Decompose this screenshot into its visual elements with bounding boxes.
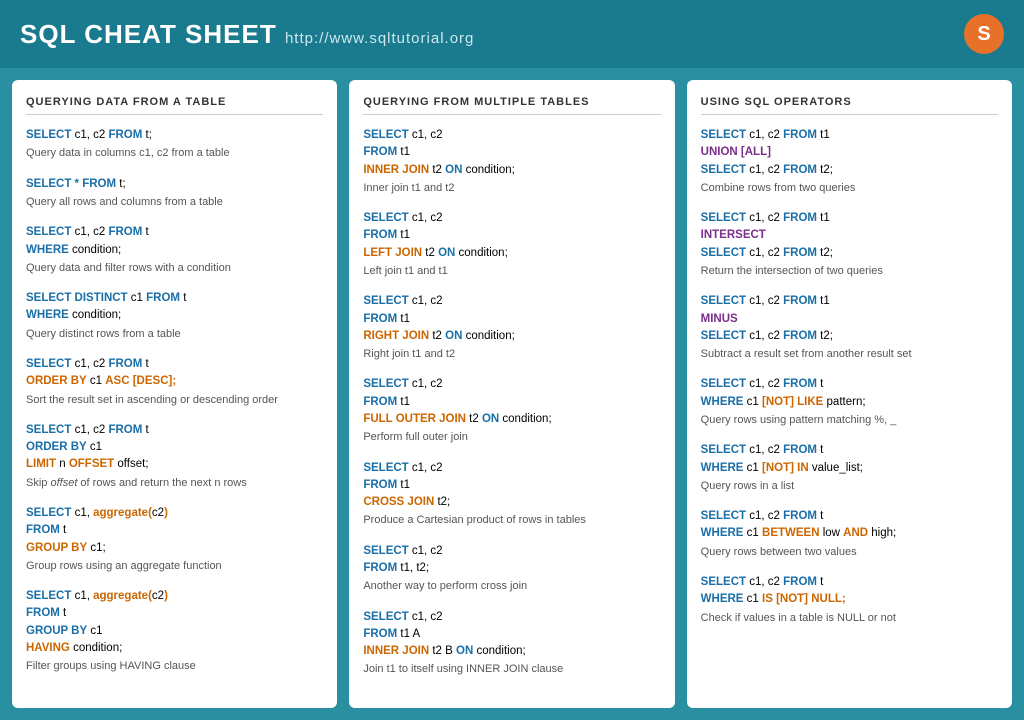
code-right-join: SELECT c1, c2 FROM t1 RIGHT JOIN t2 ON c… [363,293,660,345]
desc-right-join: Right join t1 and t2 [363,347,660,362]
header-left: SQL CHEAT SHEET http://www.sqltutorial.o… [20,19,474,50]
code-full-outer-join: SELECT c1, c2 FROM t1 FULL OUTER JOIN t2… [363,376,660,428]
desc-select-star: Query all rows and columns from a table [26,195,323,210]
desc-cross-join-alt: Another way to perform cross join [363,579,660,594]
desc-select-limit: Skip offset of rows and return the next … [26,476,323,491]
desc-select-where: Query data and filter rows with a condit… [26,261,323,276]
section-self-join: SELECT c1, c2 FROM t1 A INNER JOIN t2 B … [363,609,660,678]
panel-title-operators: USING SQL OPERATORS [701,96,998,115]
desc-select-groupby: Group rows using an aggregate function [26,559,323,574]
code-select-star: SELECT * FROM t; [26,176,323,193]
desc-full-outer-join: Perform full outer join [363,430,660,445]
desc-minus: Subtract a result set from another resul… [701,347,998,362]
desc-union: Combine rows from two queries [701,181,998,196]
desc-select-distinct: Query distinct rows from a table [26,327,323,342]
section-right-join: SELECT c1, c2 FROM t1 RIGHT JOIN t2 ON c… [363,293,660,362]
code-select-limit: SELECT c1, c2 FROM t ORDER BY c1 LIMIT n… [26,422,323,474]
desc-between: Query rows between two values [701,545,998,560]
section-select-c1c2: SELECT c1, c2 FROM t; Query data in colu… [26,127,323,162]
section-cross-join-alt: SELECT c1, c2 FROM t1, t2; Another way t… [363,543,660,595]
header: SQL CHEAT SHEET http://www.sqltutorial.o… [0,0,1024,68]
code-inner-join: SELECT c1, c2 FROM t1 INNER JOIN t2 ON c… [363,127,660,179]
header-url: http://www.sqltutorial.org [285,30,474,47]
code-left-join: SELECT c1, c2 FROM t1 LEFT JOIN t2 ON co… [363,210,660,262]
section-full-outer-join: SELECT c1, c2 FROM t1 FULL OUTER JOIN t2… [363,376,660,445]
section-between: SELECT c1, c2 FROM t WHERE c1 BETWEEN lo… [701,508,998,560]
desc-isnull: Check if values in a table is NULL or no… [701,611,998,626]
code-select-having: SELECT c1, aggregate(c2) FROM t GROUP BY… [26,588,323,657]
site-logo: S [964,14,1004,54]
code-isnull: SELECT c1, c2 FROM t WHERE c1 IS [NOT] N… [701,574,998,609]
section-select-where: SELECT c1, c2 FROM t WHERE condition; Qu… [26,224,323,276]
code-in: SELECT c1, c2 FROM t WHERE c1 [NOT] IN v… [701,442,998,477]
code-select-distinct: SELECT DISTINCT c1 FROM t WHERE conditio… [26,290,323,325]
panel-sql-operators: USING SQL OPERATORS SELECT c1, c2 FROM t… [687,80,1012,708]
title-text: SQL CHEAT SHEET [20,19,277,49]
section-select-groupby: SELECT c1, aggregate(c2) FROM t GROUP BY… [26,505,323,574]
section-select-having: SELECT c1, aggregate(c2) FROM t GROUP BY… [26,588,323,674]
desc-select-orderby: Sort the result set in ascending or desc… [26,393,323,408]
section-like: SELECT c1, c2 FROM t WHERE c1 [NOT] LIKE… [701,376,998,428]
desc-select-having: Filter groups using HAVING clause [26,659,323,674]
section-select-limit: SELECT c1, c2 FROM t ORDER BY c1 LIMIT n… [26,422,323,491]
section-in: SELECT c1, c2 FROM t WHERE c1 [NOT] IN v… [701,442,998,494]
main-content: QUERYING DATA FROM A TABLE SELECT c1, c2… [0,68,1024,720]
desc-self-join: Join t1 to itself using INNER JOIN claus… [363,662,660,677]
code-select-where: SELECT c1, c2 FROM t WHERE condition; [26,224,323,259]
section-select-star: SELECT * FROM t; Query all rows and colu… [26,176,323,211]
code-intersect: SELECT c1, c2 FROM t1 INTERSECT SELECT c… [701,210,998,262]
code-union: SELECT c1, c2 FROM t1 UNION [ALL] SELECT… [701,127,998,179]
code-self-join: SELECT c1, c2 FROM t1 A INNER JOIN t2 B … [363,609,660,661]
desc-cross-join: Produce a Cartesian product of rows in t… [363,513,660,528]
panel-querying-multiple: QUERYING FROM MULTIPLE TABLES SELECT c1,… [349,80,674,708]
section-select-orderby: SELECT c1, c2 FROM t ORDER BY c1 ASC [DE… [26,356,323,408]
desc-inner-join: Inner join t1 and t2 [363,181,660,196]
page-title: SQL CHEAT SHEET http://www.sqltutorial.o… [20,19,474,50]
section-union: SELECT c1, c2 FROM t1 UNION [ALL] SELECT… [701,127,998,196]
code-like: SELECT c1, c2 FROM t WHERE c1 [NOT] LIKE… [701,376,998,411]
code-minus: SELECT c1, c2 FROM t1 MINUS SELECT c1, c… [701,293,998,345]
panel-title-multiple: QUERYING FROM MULTIPLE TABLES [363,96,660,115]
section-left-join: SELECT c1, c2 FROM t1 LEFT JOIN t2 ON co… [363,210,660,279]
panel-title-single: QUERYING DATA FROM A TABLE [26,96,323,115]
section-minus: SELECT c1, c2 FROM t1 MINUS SELECT c1, c… [701,293,998,362]
code-cross-join-alt: SELECT c1, c2 FROM t1, t2; [363,543,660,578]
desc-intersect: Return the intersection of two queries [701,264,998,279]
code-between: SELECT c1, c2 FROM t WHERE c1 BETWEEN lo… [701,508,998,543]
code-cross-join: SELECT c1, c2 FROM t1 CROSS JOIN t2; [363,460,660,512]
section-isnull: SELECT c1, c2 FROM t WHERE c1 IS [NOT] N… [701,574,998,626]
desc-in: Query rows in a list [701,479,998,494]
section-select-distinct: SELECT DISTINCT c1 FROM t WHERE conditio… [26,290,323,342]
code-select-groupby: SELECT c1, aggregate(c2) FROM t GROUP BY… [26,505,323,557]
code-select-orderby: SELECT c1, c2 FROM t ORDER BY c1 ASC [DE… [26,356,323,391]
section-intersect: SELECT c1, c2 FROM t1 INTERSECT SELECT c… [701,210,998,279]
section-cross-join: SELECT c1, c2 FROM t1 CROSS JOIN t2; Pro… [363,460,660,529]
section-inner-join: SELECT c1, c2 FROM t1 INNER JOIN t2 ON c… [363,127,660,196]
desc-left-join: Left join t1 and t1 [363,264,660,279]
desc-like: Query rows using pattern matching %, _ [701,413,998,428]
panel-querying-single: QUERYING DATA FROM A TABLE SELECT c1, c2… [12,80,337,708]
code-select-c1c2: SELECT c1, c2 FROM t; [26,127,323,144]
desc-select-c1c2: Query data in columns c1, c2 from a tabl… [26,146,323,161]
